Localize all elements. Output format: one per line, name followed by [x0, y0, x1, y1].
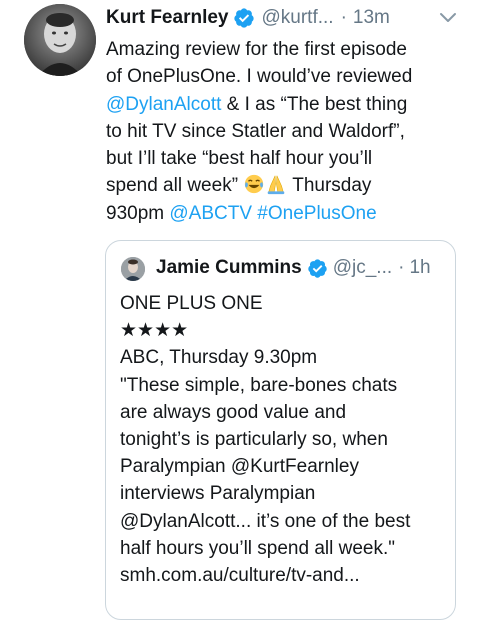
separator-dot: · — [340, 7, 347, 28]
quoted-text-line: @DylanAlcott... it’s one of the best — [120, 510, 411, 532]
text-segment: to hit TV since Statler and Waldorf”, — [106, 120, 405, 142]
text-segment: of OnePlusOne. I would’ve reviewed — [106, 66, 413, 88]
mention-link[interactable]: @DylanAlcott — [106, 94, 221, 115]
tweet-text-line: spend all week” Thursday — [106, 172, 456, 199]
quoted-text-line: ABC, Thursday 9.30pm — [120, 347, 318, 369]
quoted-text-line: half hours you’ll spend all week." — [120, 537, 396, 559]
tweet-text-line: @DylanAlcott & I as “The best thing — [106, 91, 456, 118]
tweet-text-line: to hit TV since Statler and Waldorf”, — [106, 118, 456, 145]
quoted-timestamp[interactable]: 1h — [409, 257, 430, 279]
folded-hands-emoji — [265, 173, 287, 195]
quoted-text-line: ★★★★ — [120, 320, 189, 342]
text-segment: spend all week” — [106, 175, 244, 197]
author-name[interactable]: Kurt Fearnley — [106, 7, 228, 29]
text-segment: & I as “The best thing — [221, 93, 408, 115]
quoted-tweet-text: ONE PLUS ONE ★★★★ ABC, Thursday 9.30pm "The… — [120, 290, 450, 589]
tweet-text-line: of OnePlusOne. I would’ve reviewed — [106, 63, 456, 90]
quoted-text-line: are always good value and — [120, 401, 347, 423]
verified-badge-icon — [307, 258, 328, 279]
quoted-header: Jamie Cummins @jc_... · 1h — [156, 255, 431, 281]
tweet[interactable]: Kurt Fearnley @kurtf... · 13m Amazing re… — [0, 0, 480, 620]
text-segment: but I’ll take “best half hour you’ll — [106, 148, 373, 170]
mention-link[interactable]: @ABCTV — [169, 203, 252, 224]
quoted-author-handle[interactable]: @jc_... — [333, 257, 392, 279]
text-segment: 930pm — [106, 202, 170, 224]
tweet-header: Kurt Fearnley @kurtf... · 13m — [106, 6, 456, 30]
quoted-text-line: Paralympian @KurtFearnley — [120, 456, 359, 478]
verified-badge-icon — [233, 7, 255, 29]
text-segment: Amazing review for the first episode — [106, 39, 407, 60]
tweet-text-line: 930pm @ABCTV #OnePlusOne — [106, 200, 456, 227]
timestamp[interactable]: 13m — [353, 7, 390, 29]
avatar[interactable] — [24, 4, 96, 76]
quoted-text-line: tonight’s is particularly so, when — [120, 429, 388, 451]
quoted-author-name[interactable]: Jamie Cummins — [156, 257, 302, 279]
tweet-text-line: but I’ll take “best half hour you’ll — [106, 145, 456, 172]
quoted-tweet[interactable]: Jamie Cummins @jc_... · 1h ONE PLUS ONE ★… — [105, 240, 456, 620]
quoted-text-line: interviews Paralympian — [120, 483, 316, 505]
author-handle[interactable]: @kurtf... — [261, 7, 333, 29]
separator-dot: · — [398, 257, 405, 278]
quoted-text-line: ONE PLUS ONE — [120, 293, 263, 314]
quoted-link-text: smh.com.au/culture/tv-and... — [120, 565, 360, 587]
hashtag-link[interactable]: #OnePlusOne — [257, 203, 376, 224]
text-segment: Thursday — [287, 175, 372, 197]
tweet-text-line: Amazing review for the first episode — [106, 36, 456, 63]
tears-of-joy-emoji — [243, 173, 265, 195]
tweet-text: Amazing review for the first episode of O… — [106, 36, 456, 227]
chevron-down-icon[interactable] — [438, 11, 458, 25]
quoted-text-line: "These simple, bare-bones chats — [120, 374, 398, 396]
quoted-avatar[interactable] — [121, 257, 145, 281]
